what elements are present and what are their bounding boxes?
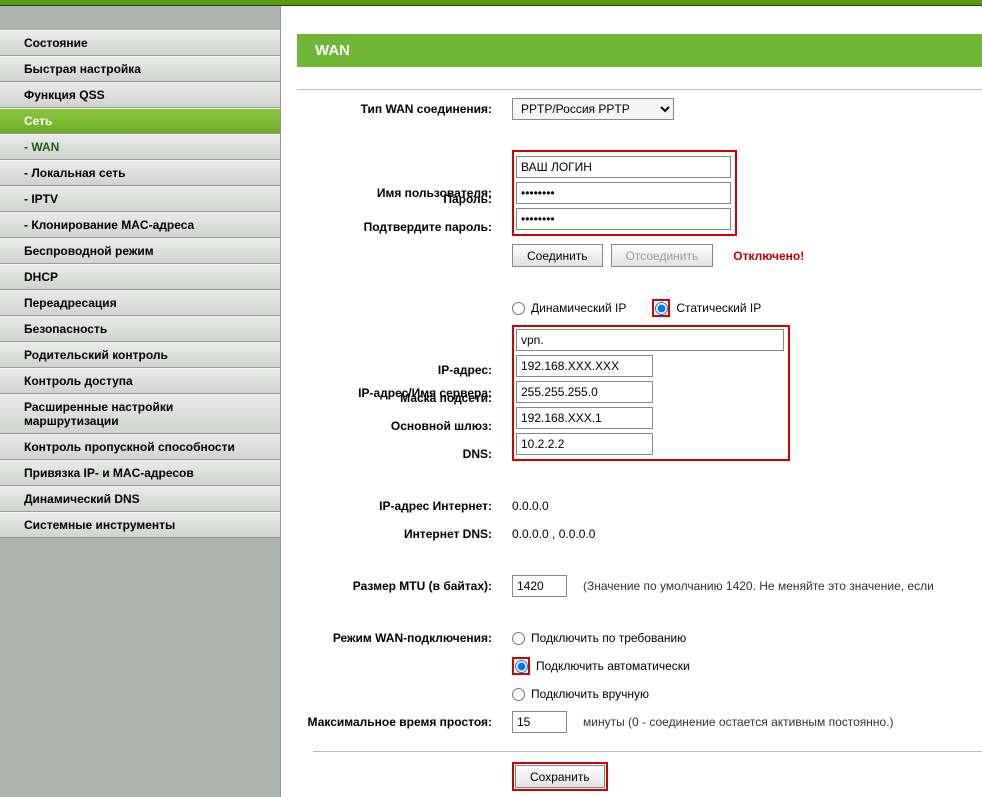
inet-dns-label: Интернет DNS: [297, 527, 512, 541]
ip-label: IP-адрес: [297, 363, 512, 377]
dynamic-ip-label: Динамический IP [531, 301, 626, 315]
sidebar-item-security[interactable]: Безопасность [0, 316, 280, 342]
mtu-label: Размер MTU (в байтах): [297, 579, 512, 593]
sidebar-item-routing[interactable]: Расширенные настройки маршрутизации [0, 394, 280, 434]
sidebar-item-bandwidth[interactable]: Контроль пропускной способности [0, 434, 280, 460]
wan-mode-auto-label: Подключить автоматически [536, 659, 690, 673]
inet-dns-value: 0.0.0.0 , 0.0.0.0 [512, 527, 595, 541]
static-ip-label: Статический IP [676, 301, 761, 315]
sidebar-item-status[interactable]: Состояние [0, 30, 280, 56]
sidebar-item-wireless[interactable]: Беспроводной режим [0, 238, 280, 264]
sidebar-item-access[interactable]: Контроль доступа [0, 368, 280, 394]
sidebar-item-ipmac[interactable]: Привязка IP- и MAC-адресов [0, 460, 280, 486]
wan-mode-demand-label: Подключить по требованию [531, 631, 686, 645]
wan-mode-auto-radio[interactable] [515, 660, 528, 673]
connection-status: Отключено! [733, 249, 804, 263]
wan-mode-manual-radio[interactable] [512, 688, 525, 701]
static-ip-radio[interactable] [655, 302, 668, 315]
sidebar-item-system[interactable]: Системные инструменты [0, 512, 280, 538]
conn-type-select[interactable]: PPTP/Россия PPTP [512, 98, 674, 120]
connect-button[interactable]: Соединить [512, 244, 603, 267]
page-title: WAN [297, 34, 982, 67]
idle-note: минуты (0 - соединение остается активным… [583, 715, 894, 729]
sidebar-nav: Состояние Быстрая настройка Функция QSS … [0, 6, 280, 797]
sidebar-item-network[interactable]: Сеть [0, 108, 280, 134]
sidebar-item-wan[interactable]: - WAN [0, 134, 280, 160]
mask-label: Маска подсети: [297, 391, 512, 405]
wan-form: Тип WAN соединения: PPTP/Россия PPTP Имя… [297, 98, 982, 791]
dns-label: DNS: [297, 447, 512, 461]
wan-mode-demand-radio[interactable] [512, 632, 525, 645]
wan-mode-manual-label: Подключить вручную [531, 687, 649, 701]
inet-ip-value: 0.0.0.0 [512, 499, 549, 513]
gateway-input[interactable] [516, 407, 653, 429]
sidebar-item-forwarding[interactable]: Переадресация [0, 290, 280, 316]
password-input[interactable] [516, 182, 731, 204]
disconnect-button[interactable]: Отсоединить [611, 244, 714, 267]
server-input[interactable] [516, 329, 784, 351]
idle-label: Максимальное время простоя: [297, 715, 512, 729]
idle-input[interactable] [512, 711, 567, 733]
confirm-label: Подтвердите пароль: [297, 220, 512, 234]
sidebar-item-ddns[interactable]: Динамический DNS [0, 486, 280, 512]
inet-ip-label: IP-адрес Интернет: [297, 499, 512, 513]
save-button[interactable]: Сохранить [515, 765, 605, 788]
sidebar-item-quicksetup[interactable]: Быстрая настройка [0, 56, 280, 82]
mtu-input[interactable] [512, 575, 567, 597]
sidebar-item-iptv[interactable]: - IPTV [0, 186, 280, 212]
confirm-password-input[interactable] [516, 208, 731, 230]
gateway-label: Основной шлюз: [297, 419, 512, 433]
conn-type-label: Тип WAN соединения: [297, 102, 512, 116]
dns-input[interactable] [516, 433, 653, 455]
sidebar-item-parental[interactable]: Родительский контроль [0, 342, 280, 368]
username-input[interactable] [516, 156, 731, 178]
sidebar-item-lan[interactable]: - Локальная сеть [0, 160, 280, 186]
ip-input[interactable] [516, 355, 653, 377]
mask-input[interactable] [516, 381, 653, 403]
main-content: WAN Тип WAN соединения: PPTP/Россия PPTP… [280, 6, 982, 797]
sidebar-item-macclone[interactable]: - Клонирование MAC-адреса [0, 212, 280, 238]
sidebar-item-qss[interactable]: Функция QSS [0, 82, 280, 108]
dynamic-ip-radio[interactable] [512, 302, 525, 315]
sidebar-item-dhcp[interactable]: DHCP [0, 264, 280, 290]
password-label: Пароль: [297, 192, 512, 206]
layout-container: Состояние Быстрая настройка Функция QSS … [0, 6, 982, 797]
mtu-note: (Значение по умолчанию 1420. Не меняйте … [583, 579, 934, 593]
divider [297, 89, 982, 90]
wan-mode-label: Режим WAN-подключения: [297, 631, 512, 645]
